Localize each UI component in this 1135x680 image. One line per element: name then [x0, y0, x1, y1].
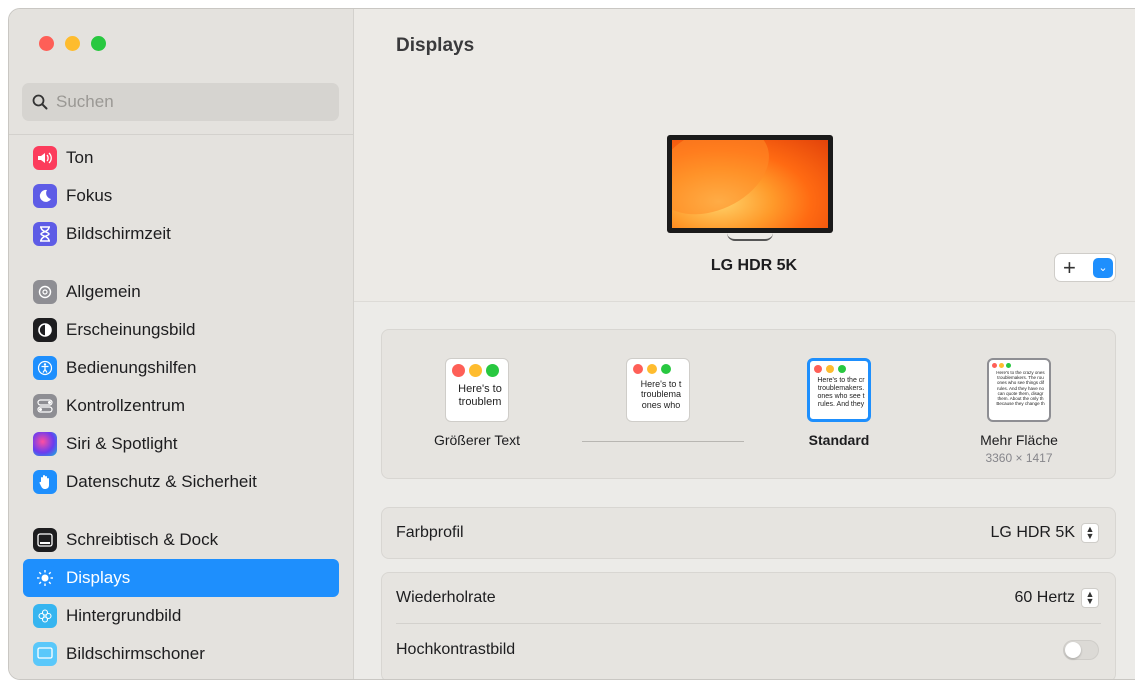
sidebar-item-label: Ton [66, 148, 94, 167]
sidebar-item-label: Displays [66, 568, 131, 587]
search-input[interactable] [54, 91, 328, 113]
resolution-option-2[interactable]: Here's to t troublema ones who [588, 358, 728, 422]
sidebar-item-bedienungshilfen[interactable]: Bedienungshilfen [23, 349, 339, 387]
hourglass-icon [33, 222, 57, 246]
screensaver-icon [33, 642, 57, 666]
resolution-option-larger-text[interactable]: Here's to troublem Größerer Text [407, 358, 547, 448]
color-profile-label: Farbprofil [396, 524, 464, 541]
sidebar-item-bildschirmschoner[interactable]: Bildschirmschoner [23, 635, 339, 673]
sidebar-item-label: Kontrollzentrum [66, 396, 186, 415]
resolution-option-standard[interactable]: Here's to the cr troublemakers. ones who… [769, 358, 909, 448]
sidebar-item-label: Schreibtisch & Dock [66, 530, 219, 549]
sidebar-item-kontrollzentrum[interactable]: Kontrollzentrum [23, 387, 339, 425]
refresh-panel: Wiederholrate 60 Hertz ▲ ▼ Hochkontrastbi… [381, 572, 1116, 679]
sidebar-item-datenschutz[interactable]: Datenschutz & Sicherheit [23, 463, 339, 501]
monitor-screen [667, 135, 833, 233]
sidebar-item-erscheinungsbild[interactable]: Erscheinungsbild [23, 311, 339, 349]
monitor-name: LG HDR 5K [710, 257, 798, 274]
resolution-label: Standard [808, 432, 870, 448]
resolution-thumbnail: Here's to the crazy ones troublemakers. … [987, 358, 1051, 422]
wallpaper-image [672, 140, 828, 228]
sun-icon [33, 566, 57, 590]
resolution-slider-track [582, 441, 744, 442]
sidebar-item-label: Erscheinungsbild [66, 320, 196, 339]
minimize-button[interactable] [65, 36, 80, 51]
siri-icon [33, 432, 57, 456]
color-profile-select[interactable]: LG HDR 5K ▲ ▼ [991, 523, 1099, 543]
resolution-label: Mehr Fläche [980, 432, 1058, 448]
sidebar-item-label: Allgemein [66, 282, 141, 301]
sidebar-item-siri-spotlight[interactable]: Siri & Spotlight [23, 425, 339, 463]
resolution-label: Größerer Text [433, 432, 521, 448]
resolution-thumbnail: Here's to t troublema ones who [626, 358, 690, 422]
resolution-size: 3360 × 1417 [985, 451, 1053, 465]
window-controls [39, 36, 106, 51]
moon-icon [33, 184, 57, 208]
sidebar-item-schreibtisch-dock[interactable]: Schreibtisch & Dock [23, 521, 339, 559]
high-contrast-toggle[interactable] [1063, 640, 1099, 660]
search-icon [32, 94, 48, 110]
sidebar-item-label: Bildschirmschoner [66, 644, 205, 663]
hand-icon [33, 470, 57, 494]
sidebar: Ton Fokus Bildschirmzeit Allgemein [9, 9, 354, 679]
close-button[interactable] [39, 36, 54, 51]
gear-icon [33, 280, 57, 304]
refresh-rate-label: Wiederholrate [396, 589, 496, 606]
settings-window: Ton Fokus Bildschirmzeit Allgemein [8, 8, 1135, 680]
sidebar-item-hintergrundbild[interactable]: Hintergrundbild [23, 597, 339, 635]
add-display-button[interactable]: + ⌄ [1054, 253, 1116, 282]
sidebar-item-displays[interactable]: Displays [23, 559, 339, 597]
sidebar-divider [9, 134, 353, 135]
sidebar-item-label: Siri & Spotlight [66, 434, 178, 453]
sidebar-item-label: Bildschirmzeit [66, 224, 171, 243]
high-contrast-label: Hochkontrastbild [396, 641, 516, 658]
stepper-icon: ▲ ▼ [1081, 588, 1099, 608]
sidebar-item-label: Fokus [66, 186, 113, 205]
sidebar-item-label: Bedienungshilfen [66, 358, 197, 377]
resolution-thumbnail: Here's to the cr troublemakers. ones who… [807, 358, 871, 422]
flower-icon [33, 604, 57, 628]
resolution-thumbnail: Here's to troublem [445, 358, 509, 422]
accessibility-icon [33, 356, 57, 380]
resolution-panel: Here's to troublem Größerer Text Here's … [381, 329, 1116, 479]
sidebar-item-label: Datenschutz & Sicherheit [66, 472, 257, 491]
main-content: Displays LG HDR 5K + ⌄ Here's to trouble… [354, 9, 1135, 679]
refresh-rate-select[interactable]: 60 Hertz ▲ ▼ [1015, 588, 1099, 608]
sidebar-item-label: Hintergrundbild [66, 606, 182, 625]
refresh-rate-row: Wiederholrate 60 Hertz ▲ ▼ [382, 573, 1115, 623]
speaker-icon [33, 146, 57, 170]
toggles-icon [33, 394, 57, 418]
dock-icon [33, 528, 57, 552]
plus-icon: + [1063, 254, 1076, 280]
high-contrast-row: Hochkontrastbild [382, 624, 1115, 676]
sidebar-item-ton[interactable]: Ton [23, 139, 339, 177]
sidebar-item-bildschirmzeit[interactable]: Bildschirmzeit [23, 215, 339, 253]
zoom-button[interactable] [91, 36, 106, 51]
monitor-stand [727, 233, 773, 241]
display-arrangement-area: Displays LG HDR 5K + ⌄ [354, 9, 1135, 302]
sidebar-item-allgemein[interactable]: Allgemein [23, 273, 339, 311]
color-profile-panel: Farbprofil LG HDR 5K ▲ ▼ [381, 507, 1116, 559]
chevron-down-icon[interactable]: ⌄ [1093, 257, 1113, 278]
page-title: Displays [396, 35, 475, 56]
appearance-icon [33, 318, 57, 342]
stepper-icon: ▲ ▼ [1081, 523, 1099, 543]
search-box[interactable] [22, 83, 339, 121]
resolution-option-more-space[interactable]: Here's to the crazy ones troublemakers. … [949, 358, 1089, 465]
sidebar-item-fokus[interactable]: Fokus [23, 177, 339, 215]
sidebar-nav: Ton Fokus Bildschirmzeit Allgemein Ersch… [23, 139, 339, 673]
color-profile-row: Farbprofil LG HDR 5K ▲ ▼ [382, 508, 1115, 558]
monitor-thumbnail[interactable] [667, 135, 833, 241]
